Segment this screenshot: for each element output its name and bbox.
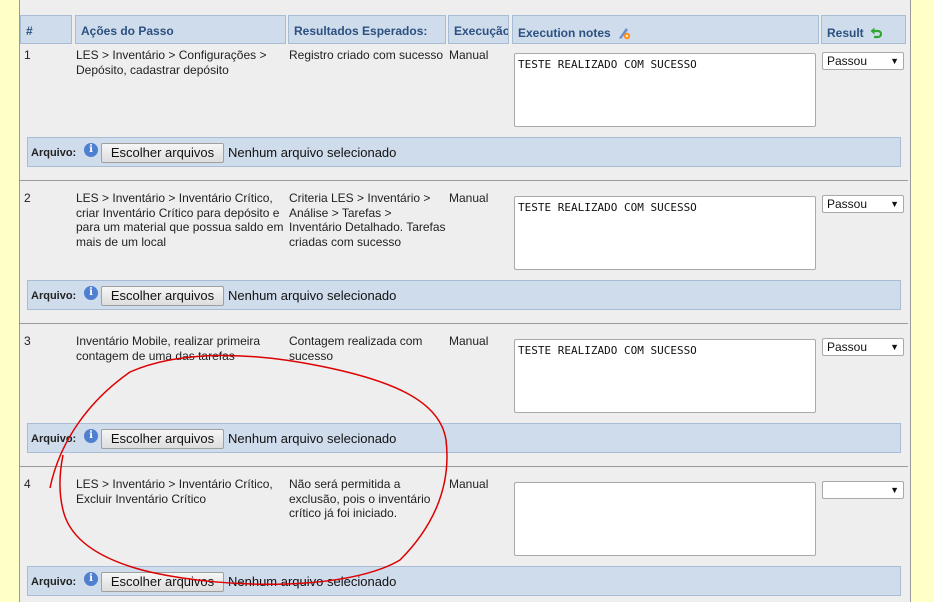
step-expected: Não será permitida a exclusão, pois o in…	[289, 477, 431, 520]
step-actions: LES > Inventário > Inventário Crítico, E…	[76, 477, 273, 506]
info-icon[interactable]: i	[84, 286, 98, 300]
dropdown-arrow-icon: ▼	[890, 199, 899, 209]
choose-files-button[interactable]: Escolher arquivos	[101, 143, 224, 163]
header-actions-label: Ações do Passo	[81, 24, 174, 38]
header-actions: Ações do Passo	[75, 15, 286, 44]
dropdown-arrow-icon: ▼	[890, 56, 899, 66]
file-status-text: Nenhum arquivo selecionado	[228, 431, 397, 446]
choose-files-button[interactable]: Escolher arquivos	[101, 429, 224, 449]
bulk-edit-icon[interactable]	[617, 26, 631, 43]
step-execution: Manual	[449, 191, 489, 205]
step-expected: Registro criado com sucesso	[289, 48, 444, 62]
execution-notes-textarea[interactable]: TESTE REALIZADO COM SUCESSO	[514, 196, 816, 270]
execution-notes-textarea[interactable]: TESTE REALIZADO COM SUCESSO	[514, 339, 816, 413]
step-execution: Manual	[449, 48, 489, 62]
execution-notes-textarea[interactable]	[514, 482, 816, 556]
info-icon[interactable]: i	[84, 429, 98, 443]
row-separator	[20, 466, 908, 467]
attachment-label: Arquivo:	[31, 576, 77, 588]
header-result-label: Result	[827, 26, 864, 40]
execution-notes-textarea[interactable]: TESTE REALIZADO COM SUCESSO	[514, 53, 816, 127]
attachment-label: Arquivo:	[31, 147, 77, 159]
step-execution: Manual	[449, 334, 489, 348]
step-execution: Manual	[449, 477, 489, 491]
step-expected: Criteria LES > Inventário > Análise > Ta…	[289, 191, 446, 249]
header-notes: Execution notes	[512, 15, 819, 44]
attachment-bar: Arquivo: i Escolher arquivos Nenhum arqu…	[27, 137, 901, 167]
header-result: Result	[821, 15, 906, 44]
step-expected: Contagem realizada com sucesso	[289, 334, 423, 363]
result-select[interactable]: Passou ▼	[822, 195, 904, 213]
green-return-arrow-icon[interactable]	[870, 26, 884, 43]
header-number-label: #	[26, 24, 33, 38]
step-number: 2	[24, 191, 31, 205]
step-actions: LES > Inventário > Configurações > Depós…	[76, 48, 267, 77]
result-select-value: Passou	[827, 197, 868, 211]
dropdown-arrow-icon: ▼	[890, 485, 899, 495]
step-number: 3	[24, 334, 31, 348]
file-status-text: Nenhum arquivo selecionado	[228, 145, 397, 160]
step-actions: Inventário Mobile, realizar primeira con…	[76, 334, 261, 363]
attachment-label: Arquivo:	[31, 433, 77, 445]
result-select[interactable]: Passou ▼	[822, 52, 904, 70]
header-expected: Resultados Esperados:	[288, 15, 446, 44]
choose-files-button[interactable]: Escolher arquivos	[101, 572, 224, 592]
step-actions: LES > Inventário > Inventário Crítico, c…	[76, 191, 284, 249]
header-expected-label: Resultados Esperados:	[294, 24, 428, 38]
attachment-bar: Arquivo: i Escolher arquivos Nenhum arqu…	[27, 566, 901, 596]
row-separator	[20, 180, 908, 181]
dropdown-arrow-icon: ▼	[890, 342, 899, 352]
file-status-text: Nenhum arquivo selecionado	[228, 288, 397, 303]
result-select[interactable]: Passou ▼	[822, 338, 904, 356]
header-execution: Execução	[448, 15, 509, 44]
info-icon[interactable]: i	[84, 572, 98, 586]
header-notes-label: Execution notes	[518, 26, 611, 40]
result-select[interactable]: ▼	[822, 481, 904, 499]
step-number: 1	[24, 48, 31, 62]
file-status-text: Nenhum arquivo selecionado	[228, 574, 397, 589]
row-separator	[20, 323, 908, 324]
step-number: 4	[24, 477, 31, 491]
choose-files-button[interactable]: Escolher arquivos	[101, 286, 224, 306]
attachment-bar: Arquivo: i Escolher arquivos Nenhum arqu…	[27, 280, 901, 310]
attachment-label: Arquivo:	[31, 290, 77, 302]
result-select-value: Passou	[827, 54, 868, 68]
result-select-value: Passou	[827, 340, 868, 354]
info-icon[interactable]: i	[84, 143, 98, 157]
header-execution-label: Execução	[454, 24, 509, 38]
header-number: #	[20, 15, 72, 44]
attachment-bar: Arquivo: i Escolher arquivos Nenhum arqu…	[27, 423, 901, 453]
